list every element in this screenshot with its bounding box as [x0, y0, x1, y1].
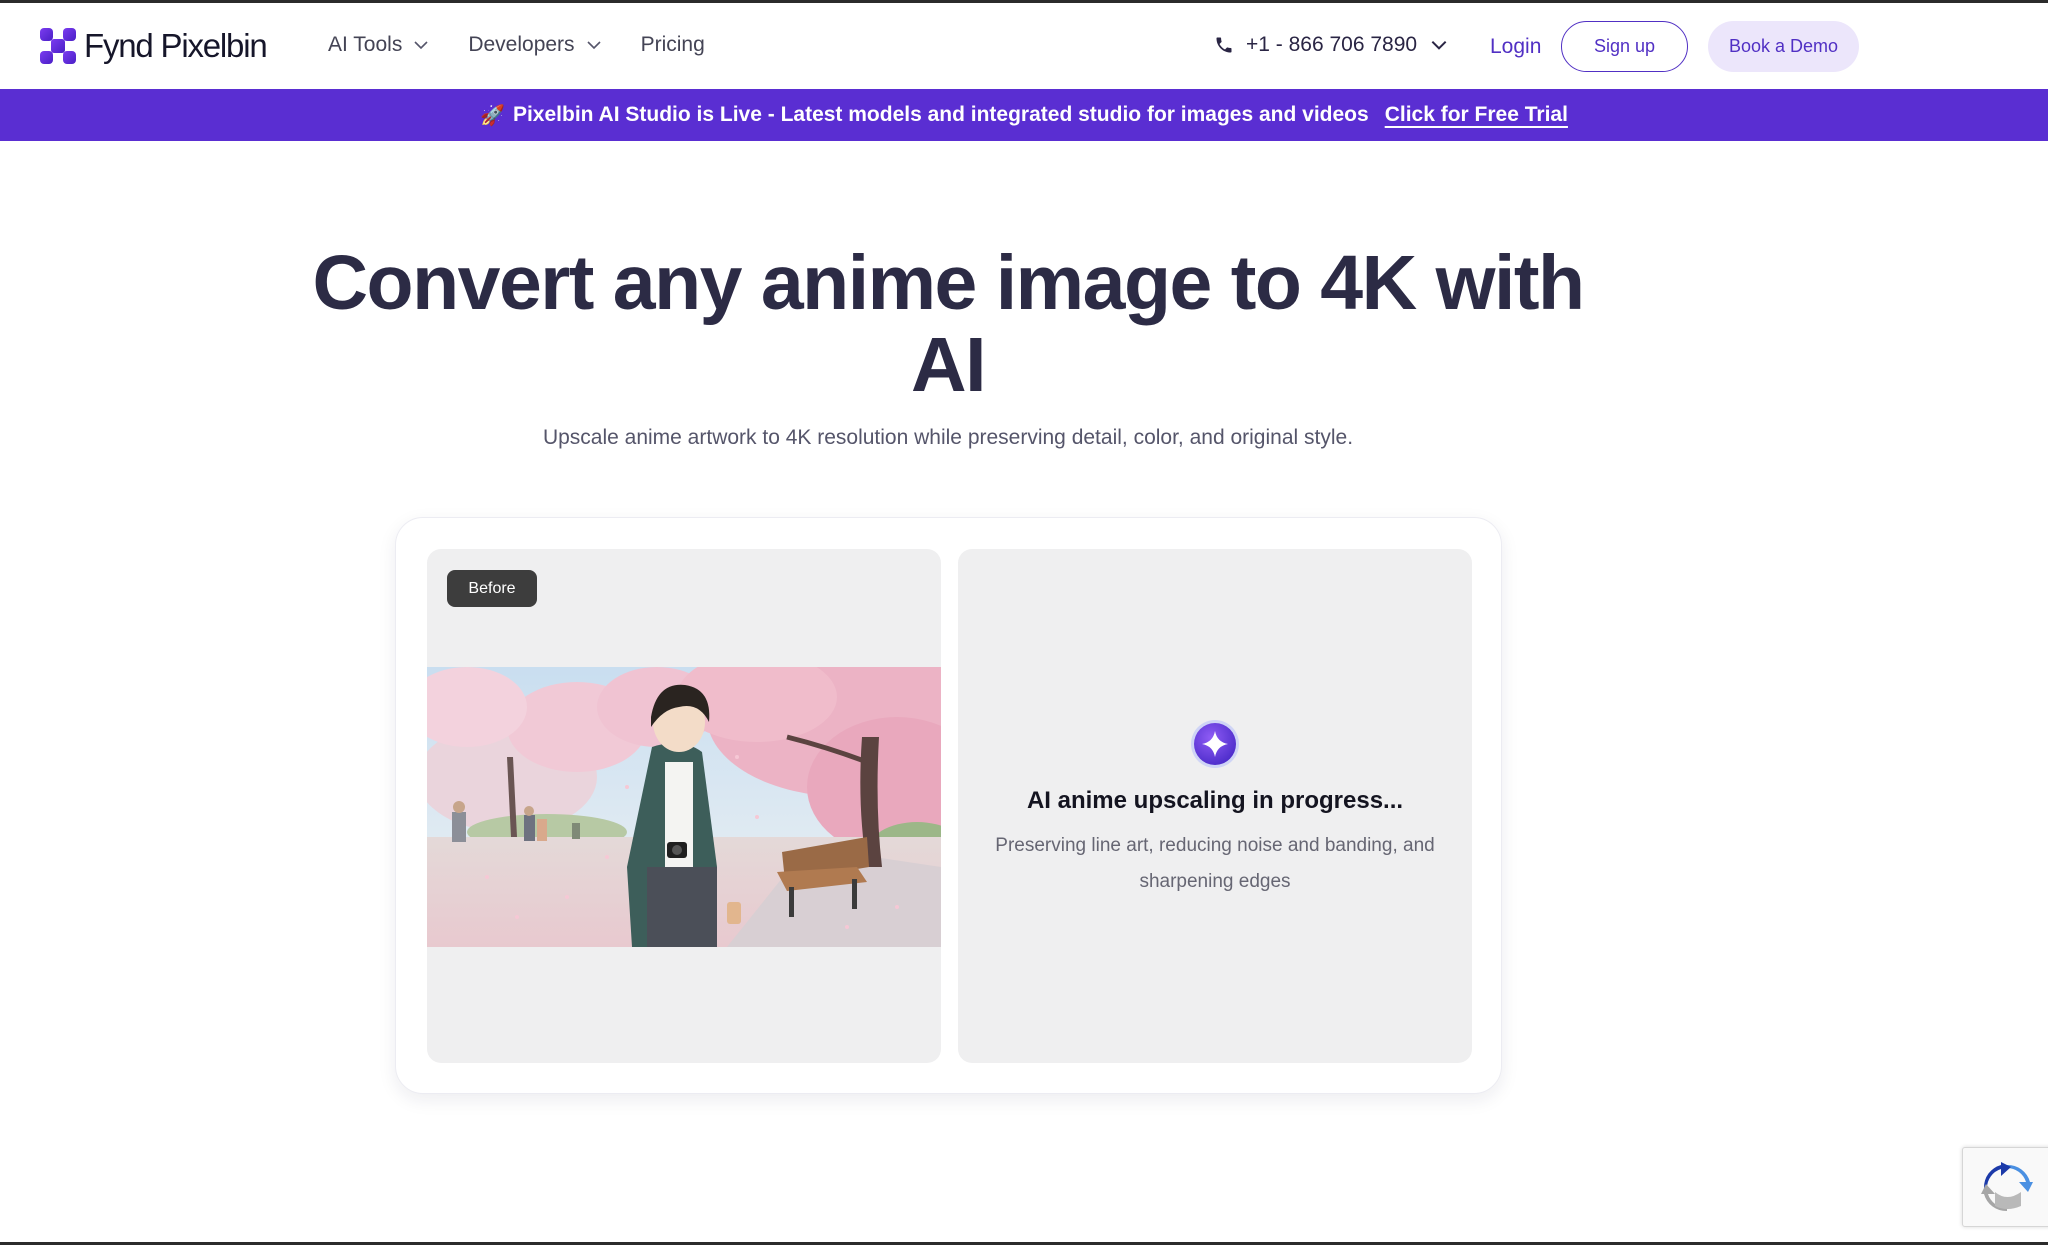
- nav-pricing-label: Pricing: [640, 33, 705, 56]
- phone-icon: [1216, 37, 1232, 53]
- main-menu: AI Tools Developers Pricing: [328, 33, 705, 57]
- progress-description: Preserving line art, reducing noise and …: [995, 835, 1435, 892]
- anime-source-image: [427, 667, 941, 947]
- announcement-banner: 🚀 Pixelbin AI Studio is Live - Latest mo…: [0, 89, 2048, 141]
- nav-developers[interactable]: Developers: [468, 33, 602, 57]
- nav-pricing[interactable]: Pricing: [641, 33, 705, 57]
- pixelbin-logo-icon: [40, 28, 76, 64]
- chevron-down-icon: [414, 41, 428, 50]
- progress-title: AI anime upscaling in progress...: [1026, 787, 1404, 814]
- upscale-preview-card: Before AI anime upscaling in progress...…: [395, 517, 1502, 1094]
- banner-text: Pixelbin AI Studio is Live - Latest mode…: [512, 103, 1369, 126]
- free-trial-link[interactable]: Click for Free Trial: [1385, 103, 1568, 127]
- page-subtitle: Upscale anime artwork to 4K resolution w…: [542, 426, 1354, 449]
- before-badge: Before: [447, 570, 537, 607]
- recaptcha-badge[interactable]: [1962, 1147, 2048, 1227]
- top-navigation: Fynd Pixelbin AI Tools Developers Pricin…: [0, 3, 2048, 89]
- after-panel: AI anime upscaling in progress... Preser…: [958, 549, 1472, 1063]
- ai-sparkle-icon: [1191, 720, 1239, 768]
- rocket-icon: 🚀: [480, 104, 505, 127]
- page-title: Convert any anime image to 4K with AI: [312, 240, 1585, 408]
- login-link[interactable]: Login: [1490, 35, 1541, 59]
- brand-name: Fynd Pixelbin: [84, 27, 268, 64]
- book-demo-button[interactable]: Book a Demo: [1708, 21, 1859, 72]
- nav-ai-tools-label: AI Tools: [328, 33, 403, 56]
- chevron-down-icon: [1431, 40, 1447, 50]
- phone-number: +1 - 866 706 7890: [1246, 33, 1418, 56]
- brand-logo[interactable]: Fynd Pixelbin: [38, 25, 268, 67]
- nav-developers-label: Developers: [468, 33, 575, 56]
- chevron-down-icon: [586, 41, 601, 50]
- nav-ai-tools[interactable]: AI Tools: [328, 33, 430, 57]
- before-panel: Before: [427, 549, 941, 1063]
- signup-button[interactable]: Sign up: [1561, 21, 1688, 72]
- phone-contact[interactable]: +1 - 866 706 7890: [1214, 33, 1449, 57]
- recaptcha-icon: [1981, 1162, 2033, 1212]
